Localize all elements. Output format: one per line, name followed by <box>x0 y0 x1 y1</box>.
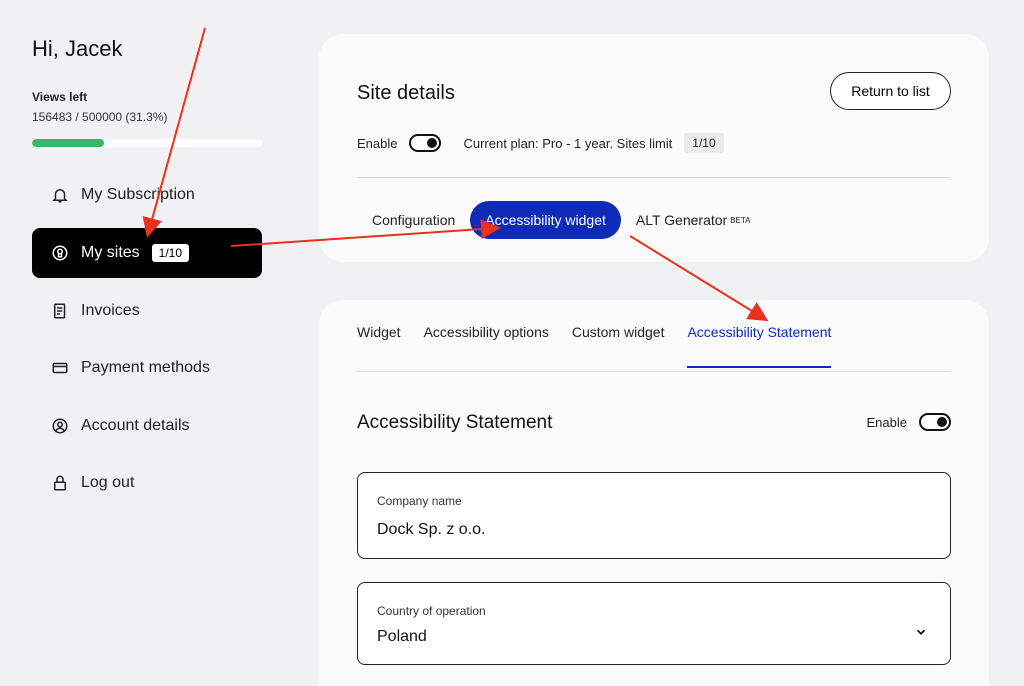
enable-label: Enable <box>357 135 398 151</box>
lock-icon <box>50 473 70 493</box>
company-name-label: Company name <box>377 494 462 508</box>
site-enable-row: Enable Current plan: Pro - 1 year. Sites… <box>357 133 724 153</box>
user-circle-icon <box>50 416 70 436</box>
credit-card-icon <box>50 358 70 378</box>
sites-limit-badge: 1/10 <box>684 133 724 153</box>
invoice-icon <box>50 301 70 321</box>
widget-subtabs: Widget Accessibility options Custom widg… <box>357 324 832 368</box>
nav-label: Account details <box>81 417 190 434</box>
statement-enable-toggle[interactable] <box>919 413 951 431</box>
subtab-accessibility-options[interactable]: Accessibility options <box>424 324 549 368</box>
return-to-list-button[interactable]: Return to list <box>830 72 951 110</box>
beta-tag: BETA <box>730 215 751 225</box>
tab-label: Accessibility widget <box>485 212 606 228</box>
company-name-field[interactable]: Company name Dock Sp. z o.o. <box>357 472 951 559</box>
chevron-down-icon[interactable] <box>914 625 928 639</box>
section-title: Accessibility Statement <box>357 412 553 433</box>
nav-label: My Subscription <box>81 186 195 203</box>
views-left-value: 156483 / 500000 (31.3%) <box>32 110 168 124</box>
nav-item-my-sites[interactable]: My sites 1/10 <box>32 228 262 278</box>
nav-item-my-subscription[interactable]: My Subscription <box>32 170 262 220</box>
country-value: Poland <box>377 628 427 645</box>
nav-item-log-out[interactable]: Log out <box>32 458 262 508</box>
site-tabs: Configuration Accessibility widget ALT G… <box>357 201 766 239</box>
greeting: Hi, Jacek <box>32 36 123 61</box>
site-details-card: Site details Return to list Enable Curre… <box>319 34 989 262</box>
company-name-value: Dock Sp. z o.o. <box>377 521 486 538</box>
country-select[interactable]: Country of operation Poland <box>357 582 951 665</box>
divider <box>357 177 951 178</box>
sidebar: Hi, Jacek Views left 156483 / 500000 (31… <box>0 0 290 686</box>
nav-label: Invoices <box>81 302 140 319</box>
toggle-knob <box>937 417 947 427</box>
tab-alt-generator[interactable]: ALT Generator BETA <box>621 201 766 239</box>
tab-label: ALT Generator <box>635 212 728 228</box>
nav-label: Log out <box>81 474 135 491</box>
current-plan-text: Current plan: Pro - 1 year. Sites limit <box>463 135 673 151</box>
toggle-knob <box>427 138 438 148</box>
site-icon <box>50 243 70 263</box>
accessibility-widget-card: Widget Accessibility options Custom widg… <box>319 300 989 686</box>
enable-label: Enable <box>866 414 907 430</box>
tab-configuration[interactable]: Configuration <box>357 201 470 239</box>
subtabs-divider <box>357 371 951 372</box>
nav-item-account-details[interactable]: Account details <box>32 401 262 451</box>
nav-item-payment-methods[interactable]: Payment methods <box>32 343 262 393</box>
subtab-custom-widget[interactable]: Custom widget <box>572 324 665 368</box>
tab-accessibility-widget[interactable]: Accessibility widget <box>470 201 621 239</box>
views-progress-bar <box>32 139 262 147</box>
nav-label: My sites <box>81 244 140 261</box>
subtab-accessibility-statement[interactable]: Accessibility Statement <box>687 324 832 368</box>
page-title: Site details <box>357 82 455 104</box>
nav-label: Payment methods <box>81 359 210 376</box>
nav-item-invoices[interactable]: Invoices <box>32 286 262 336</box>
country-label: Country of operation <box>377 604 486 618</box>
sites-count-badge: 1/10 <box>151 244 190 262</box>
site-enable-toggle[interactable] <box>409 134 442 152</box>
bell-icon <box>50 185 70 205</box>
views-progress-fill <box>32 139 104 147</box>
tab-label: Configuration <box>372 212 456 228</box>
views-left-label: Views left <box>32 90 88 104</box>
statement-enable-row: Enable <box>867 413 951 431</box>
subtab-widget[interactable]: Widget <box>357 324 401 368</box>
